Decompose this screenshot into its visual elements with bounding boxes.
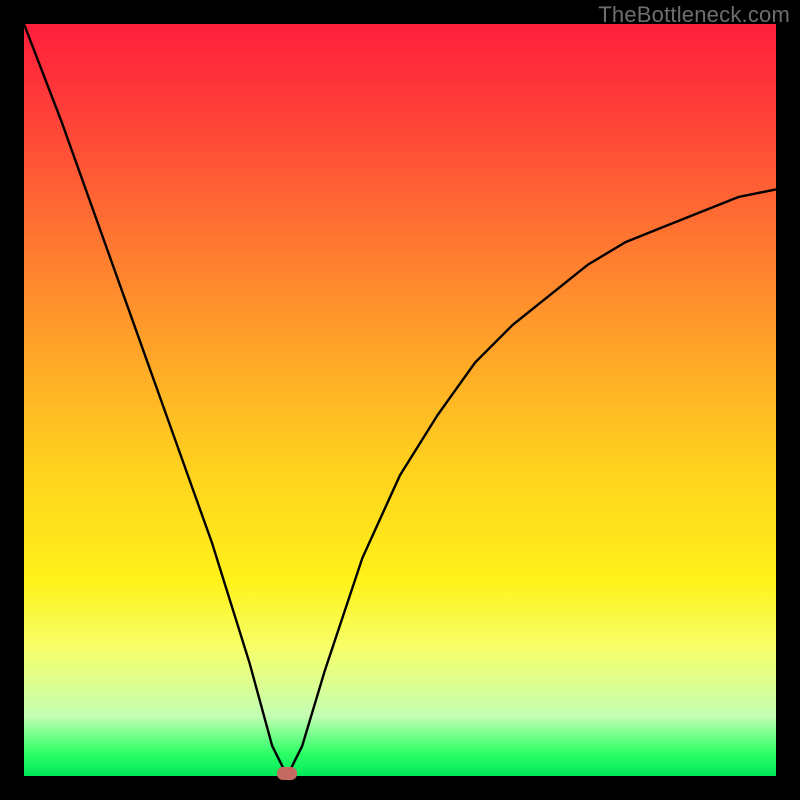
bottleneck-curve — [24, 24, 776, 776]
watermark-text: TheBottleneck.com — [598, 2, 790, 28]
chart-area — [24, 24, 776, 776]
optimum-marker — [277, 767, 297, 780]
